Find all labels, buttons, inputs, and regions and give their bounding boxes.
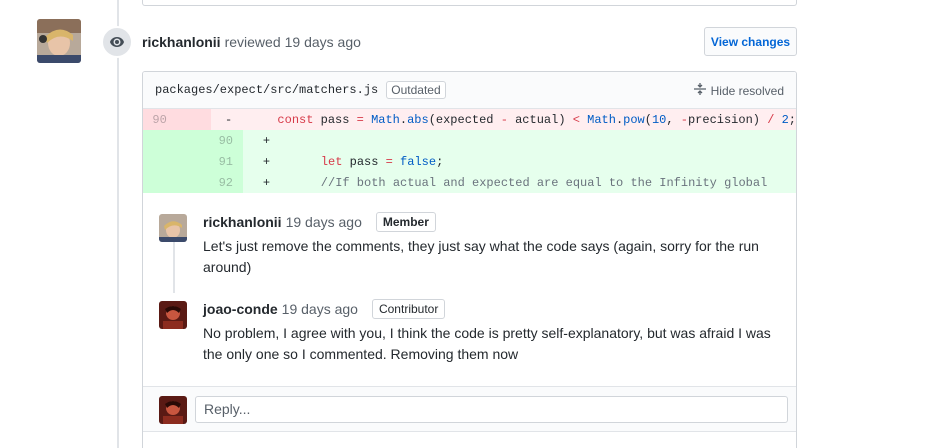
comment-author-link[interactable]: joao-conde (203, 301, 278, 317)
member-badge: Member (375, 212, 436, 232)
eye-icon (101, 26, 133, 58)
comment-timestamp[interactable]: 19 days ago (282, 301, 358, 317)
comment-header: rickhanlonii 19 days ago Member (203, 212, 436, 232)
diff-marker: + (262, 175, 271, 190)
avatar[interactable] (159, 301, 187, 329)
review-file-box: packages/expect/src/matchers.js Outdated… (142, 71, 797, 448)
review-thread-page: rickhanlonii reviewed 19 days ago View c… (0, 0, 925, 448)
contributor-badge: Contributor (371, 299, 446, 319)
fold-icon (693, 82, 707, 99)
diff-marker: + (262, 154, 271, 169)
view-changes-button[interactable]: View changes (704, 27, 797, 56)
outdated-badge: Outdated (386, 81, 446, 99)
comment-header: joao-conde 19 days ago Contributor (203, 299, 446, 319)
hide-resolved-label: Hide resolved (710, 83, 784, 98)
old-line-number[interactable]: 90 (143, 109, 177, 130)
comment-body: Let's just remove the comments, they jus… (203, 238, 759, 275)
diff-row-addition: 90 + (143, 130, 796, 151)
comment-author-link[interactable]: rickhanlonii (203, 214, 282, 230)
previous-item-box (142, 0, 797, 6)
reply-bar: Reply... (143, 386, 796, 432)
review-header: rickhanlonii reviewed 19 days ago (142, 34, 361, 50)
code-line: let pass = false; (320, 154, 444, 169)
code-line: //If both actual and expected are equal … (292, 175, 768, 190)
diff-row-addition: 92 + //If both actual and expected are e… (143, 172, 796, 193)
diff-row-addition: 91 + let pass = false; (143, 151, 796, 172)
diff-row-deletion: 90 - const pass = Math.abs(expected - ac… (143, 109, 796, 130)
new-line-number[interactable] (176, 109, 211, 130)
old-line-number[interactable] (143, 130, 193, 151)
old-line-number[interactable] (143, 151, 193, 172)
new-line-number[interactable]: 90 (193, 130, 243, 151)
diff-marker: - (224, 112, 233, 127)
code-line: const pass = Math.abs(expected - actual)… (277, 112, 796, 127)
review-timestamp[interactable]: 19 days ago (285, 34, 361, 50)
hide-resolved-button[interactable]: Hide resolved (693, 82, 784, 99)
review-author-link[interactable]: rickhanlonii (142, 34, 221, 50)
avatar (159, 396, 187, 424)
diff-marker: + (262, 133, 271, 148)
thread-connector (173, 241, 175, 293)
old-line-number[interactable] (143, 172, 193, 193)
comment-body: No problem, I agree with you, I think th… (203, 325, 771, 362)
file-header: packages/expect/src/matchers.js Outdated… (143, 72, 796, 109)
new-line-number[interactable]: 92 (193, 172, 243, 193)
review-action: reviewed (224, 34, 281, 50)
comment-timestamp[interactable]: 19 days ago (286, 214, 362, 230)
avatar[interactable] (159, 214, 187, 242)
new-line-number[interactable]: 91 (193, 151, 243, 172)
avatar[interactable] (37, 19, 81, 63)
diff-table: 90 - const pass = Math.abs(expected - ac… (143, 109, 796, 193)
file-path-link[interactable]: packages/expect/src/matchers.js (155, 83, 378, 97)
timeline-line (117, 0, 119, 448)
reply-input[interactable]: Reply... (195, 396, 788, 423)
